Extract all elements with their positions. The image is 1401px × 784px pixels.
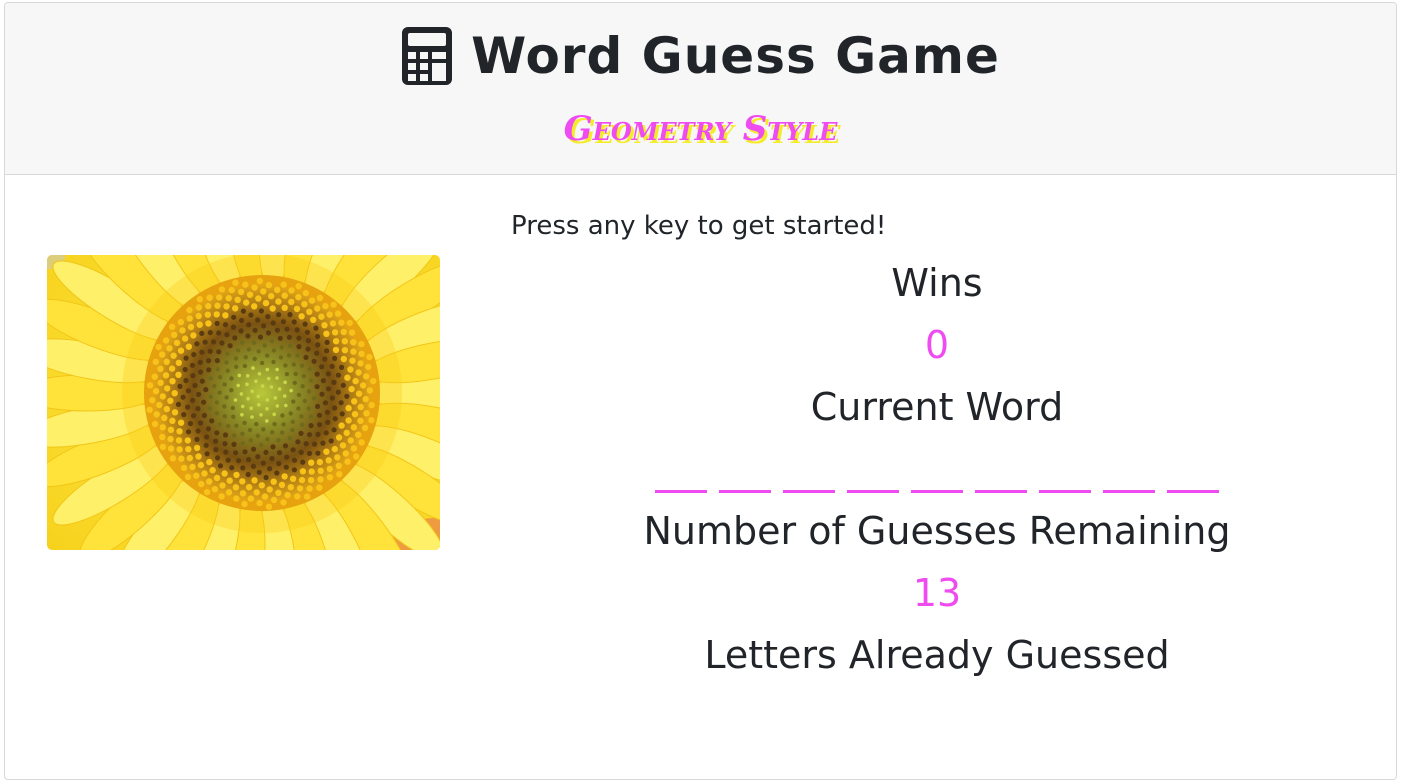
letter-blank: [719, 463, 771, 493]
letter-blank: [975, 463, 1027, 493]
page-subtitle: Geometry Style: [563, 109, 838, 149]
letter-blank: [911, 463, 963, 493]
card-header: Word Guess Game Geometry Style: [5, 3, 1396, 175]
wins-value: 0: [924, 323, 950, 367]
letters-guessed-label: Letters Already Guessed: [704, 633, 1170, 677]
letters-guessed-value: [511, 689, 1363, 751]
letter-blank: [1039, 463, 1091, 493]
sunflower-image: [47, 255, 440, 550]
letter-blank: [847, 463, 899, 493]
current-word-blanks: [511, 441, 1363, 503]
guesses-remaining-value: 13: [912, 571, 962, 615]
calculator-icon: [402, 27, 453, 85]
game-stats: Wins 0 Current Word Number of Guesses Re…: [511, 255, 1363, 751]
page-title: Word Guess Game: [471, 27, 1000, 85]
wins-label: Wins: [891, 261, 983, 305]
current-word-label: Current Word: [810, 385, 1064, 429]
letter-blank: [783, 463, 835, 493]
game-card: Word Guess Game Geometry Style Press any…: [4, 2, 1397, 780]
letter-blank: [1103, 463, 1155, 493]
letter-blank: [1167, 463, 1219, 493]
letter-blank: [655, 463, 707, 493]
guesses-remaining-label: Number of Guesses Remaining: [643, 509, 1231, 553]
title-row: Word Guess Game: [5, 21, 1396, 91]
start-prompt: Press any key to get started!: [511, 211, 887, 241]
